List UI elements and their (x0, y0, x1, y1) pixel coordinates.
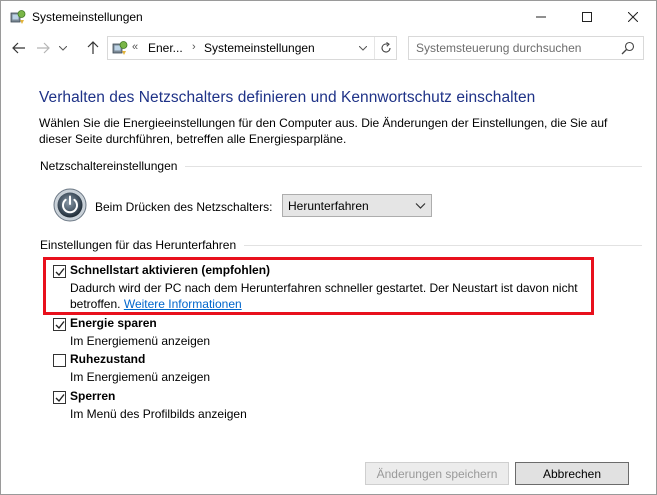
sleep-checkbox[interactable] (53, 318, 66, 331)
address-bar[interactable]: « Ener... › Systemeinstellungen (107, 36, 397, 60)
select-value: Herunterfahren (288, 199, 369, 213)
arrow-up-icon (87, 41, 99, 54)
maximize-icon (582, 11, 592, 22)
chevron-down-icon (415, 203, 426, 209)
section-label: Netzschaltereinstellungen (40, 159, 178, 173)
maximize-button[interactable] (564, 1, 610, 32)
recent-locations-button[interactable] (56, 40, 70, 56)
settings-window: Systemeinstellungen « Ener... › Systemei… (0, 0, 657, 495)
lock-checkbox[interactable] (53, 391, 66, 404)
power-button-action-select[interactable]: Herunterfahren (282, 194, 432, 217)
save-changes-button[interactable]: Änderungen speichern (365, 462, 509, 485)
checkmark-icon (55, 321, 65, 330)
option-description: Im Menü des Profilbilds anzeigen (70, 407, 247, 421)
minimize-button[interactable] (518, 1, 564, 32)
back-button[interactable] (11, 40, 27, 56)
chevron-down-icon (59, 45, 67, 51)
option-title[interactable]: Sperren (70, 389, 115, 403)
breadcrumb-overflow[interactable]: « (132, 41, 138, 53)
breadcrumb-item-current[interactable]: Systemeinstellungen (204, 41, 315, 55)
highlight-annotation (43, 257, 594, 315)
search-input[interactable]: Systemsteuerung durchsuchen (408, 36, 644, 60)
refresh-button[interactable] (374, 37, 396, 59)
cancel-button[interactable]: Abbrechen (515, 462, 629, 485)
power-button-label: Beim Drücken des Netzschalters: (95, 200, 273, 214)
control-panel-icon (112, 41, 128, 55)
option-description: Im Energiemenü anzeigen (70, 370, 211, 384)
arrow-left-icon (12, 42, 25, 54)
page-title: Verhalten des Netzschalters definieren u… (39, 89, 536, 106)
shutdown-section-header: Einstellungen für das Herunterfahren (40, 238, 642, 252)
breadcrumb-separator[interactable]: › (192, 41, 196, 53)
breadcrumb-item-energy[interactable]: Ener... (148, 41, 183, 55)
power-button-section-header: Netzschaltereinstellungen (40, 159, 642, 173)
forward-button[interactable] (35, 40, 51, 56)
section-divider (244, 244, 642, 246)
close-button[interactable] (610, 1, 656, 32)
title-bar: Systemeinstellungen (1, 1, 656, 32)
search-placeholder: Systemsteuerung durchsuchen (416, 41, 582, 55)
search-icon (621, 41, 635, 55)
hibernate-checkbox[interactable] (53, 354, 66, 367)
close-icon (628, 11, 638, 22)
refresh-icon (380, 42, 391, 53)
power-button-icon (53, 188, 87, 222)
navigation-bar: « Ener... › Systemeinstellungen Systemst… (1, 32, 656, 65)
arrow-right-icon (37, 42, 50, 54)
chevron-down-icon (359, 45, 367, 51)
option-title[interactable]: Energie sparen (70, 316, 157, 330)
option-title[interactable]: Ruhezustand (70, 352, 145, 366)
section-label: Einstellungen für das Herunterfahren (40, 238, 237, 252)
option-description: Im Energiemenü anzeigen (70, 334, 211, 348)
window-title: Systemeinstellungen (32, 10, 143, 24)
address-history-button[interactable] (353, 37, 373, 59)
checkmark-icon (55, 394, 65, 403)
up-button[interactable] (85, 40, 101, 56)
section-divider (185, 165, 642, 167)
power-options-icon (10, 10, 26, 24)
page-description: Wählen Sie die Energieeinstellungen für … (39, 116, 608, 146)
minimize-icon (536, 16, 546, 17)
